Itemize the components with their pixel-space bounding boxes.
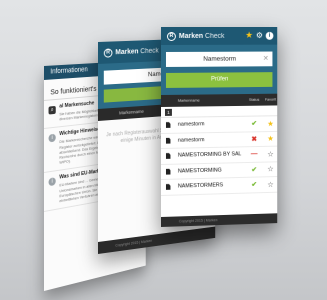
info-icon[interactable]: i — [265, 31, 274, 40]
results-list: namestorm ✔ ★ namestorm ✖ ★ NAMESTORMING BY SA… — [161, 116, 278, 196]
document-icon — [161, 137, 175, 143]
close-icon[interactable]: ✕ — [263, 52, 269, 67]
footer: Copyright 2015 | Marken — [161, 213, 278, 227]
star-icon[interactable]: ★ — [264, 134, 277, 143]
results-screen: R Marken Check ★ ⚙ i Namestorm ✕ Prüfen … — [161, 27, 278, 227]
status-icon: ✖ — [251, 135, 257, 143]
brand-suffix: Check — [140, 47, 159, 55]
document-icon — [161, 122, 175, 128]
search-icon: ⌕ — [48, 105, 56, 115]
star-icon[interactable]: ★ — [245, 30, 253, 40]
document-icon — [161, 184, 175, 190]
trademark-name: namestorm — [177, 136, 205, 144]
status-icon: ✔ — [251, 181, 257, 189]
gear-icon[interactable]: ⚙ — [256, 31, 263, 40]
trademark-name: NAMESTORMERS — [177, 182, 224, 190]
search-input-value: Namestorm — [203, 55, 237, 63]
header-actions: ★ ⚙ i — [245, 30, 274, 40]
column-favorite: Favorit — [264, 97, 277, 102]
search-area: Namestorm ✕ Prüfen — [161, 44, 278, 95]
status-icon: ✔ — [251, 166, 257, 174]
status-icon: ✔ — [251, 120, 257, 128]
status-icon: — — [250, 150, 258, 158]
star-icon[interactable]: ☆ — [264, 149, 277, 158]
column-status: Status — [248, 97, 260, 102]
info-icon: i — [48, 134, 56, 143]
brand-suffix: Check — [205, 32, 225, 40]
check-button[interactable]: Prüfen — [165, 72, 273, 88]
app-showcase: Informationen So funktioniert's ⌕ al Mar… — [0, 0, 327, 300]
document-icon — [161, 168, 175, 174]
page-badge[interactable]: 1 — [164, 108, 172, 116]
registered-icon: R — [166, 31, 176, 41]
trademark-name: NAMESTORMING BY SAL — [177, 151, 242, 159]
column-name: Markenname — [177, 98, 200, 103]
star-icon[interactable]: ☆ — [264, 180, 277, 189]
brand-name: Marken — [115, 47, 139, 56]
info-icon: i — [48, 177, 56, 187]
trademark-name: namestorm — [177, 121, 205, 128]
document-icon — [161, 153, 175, 159]
search-input[interactable]: Namestorm ✕ — [165, 51, 273, 67]
trademark-name: NAMESTORMING — [177, 167, 222, 175]
footer: Copyright 2015 | Marken — [98, 226, 216, 254]
star-icon[interactable]: ☆ — [264, 165, 277, 174]
registered-icon: R — [103, 47, 113, 58]
app-header: R Marken Check ★ ⚙ i — [161, 27, 278, 45]
table-row[interactable]: NAMESTORMERS ✔ ☆ — [161, 177, 278, 196]
brand-name: Marken — [178, 32, 204, 40]
star-icon[interactable]: ★ — [264, 119, 277, 128]
